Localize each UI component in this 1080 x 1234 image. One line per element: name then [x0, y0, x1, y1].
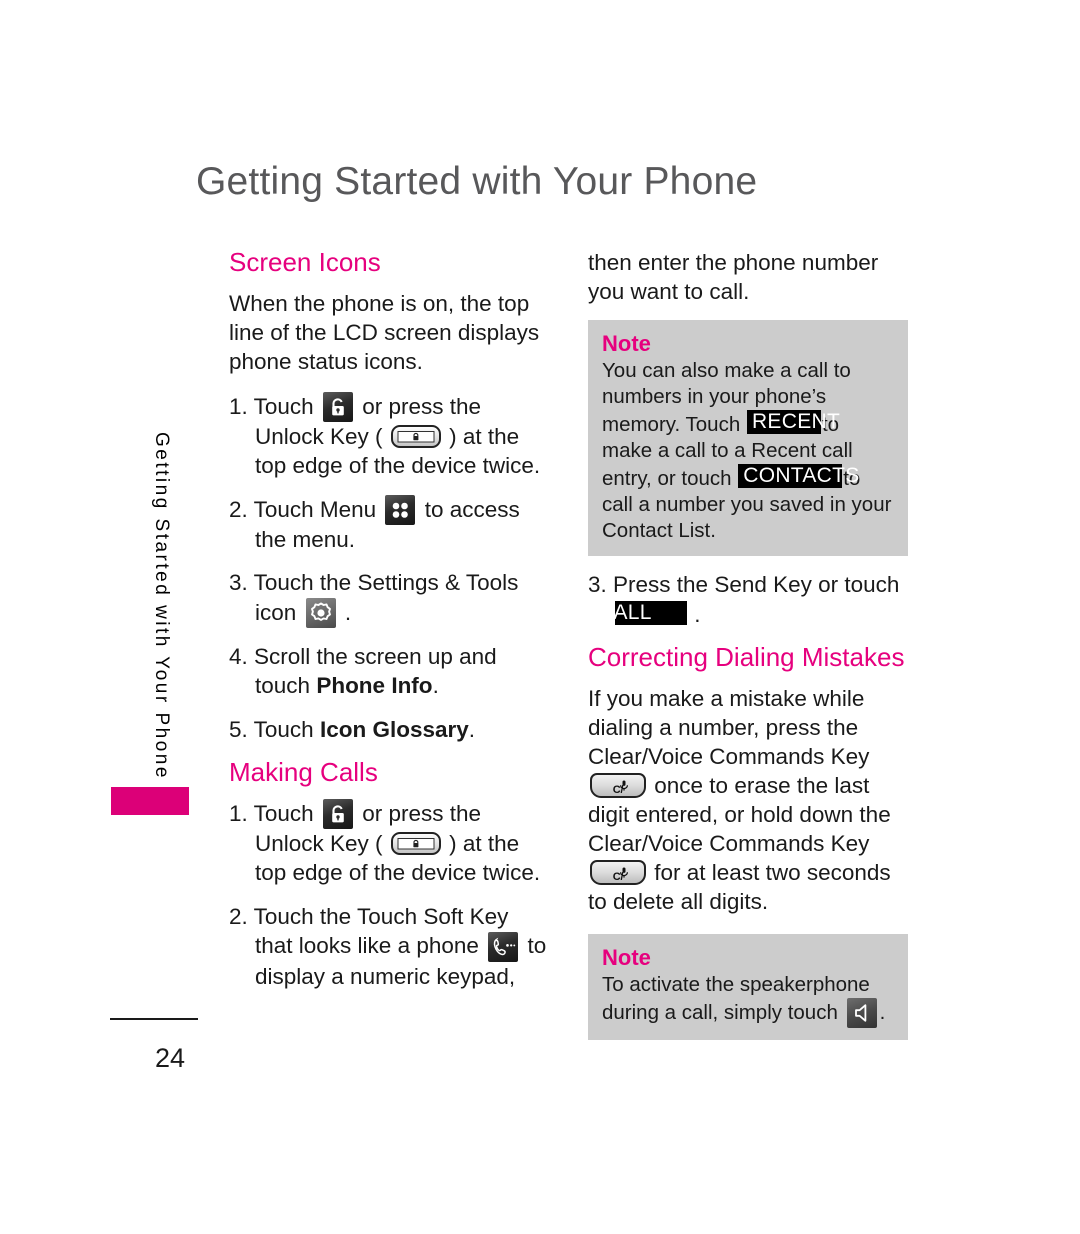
note-body: To activate the speakerphone during a ca… — [602, 972, 894, 1028]
heading-making-calls: Making Calls — [229, 757, 378, 788]
step-text: Touch — [253, 800, 314, 826]
step-screen-icons-2: 2. Touch Menu to access the menu. — [229, 494, 549, 555]
menu-grid-icon — [385, 494, 416, 525]
note-box-calls: Note You can also make a call to numbers… — [588, 320, 908, 556]
step-text: Press the Send Key or touch — [613, 572, 900, 597]
step-number: 1. — [229, 393, 248, 419]
note-body: You can also make a call to numbers in y… — [602, 358, 894, 544]
step-making-calls-2: 2. Touch the Touch Soft Key that looks l… — [229, 902, 549, 992]
contacts-key-label[interactable]: CONTACTS — [738, 464, 859, 488]
step-making-calls-3: 3. Press the Send Key or touch CALL . — [588, 570, 908, 629]
heading-screen-icons: Screen Icons — [229, 247, 381, 277]
note-title: Note — [602, 331, 651, 356]
step-number: 2. — [229, 496, 248, 522]
lock-icon — [322, 391, 353, 422]
phone-handset-icon — [488, 932, 519, 963]
clear-voice-commands-key-icon: C/ — [590, 772, 646, 798]
correcting-text-1: If you make a mistake while dialing a nu… — [588, 685, 870, 769]
side-tab-marker — [111, 787, 189, 815]
continuation-text: then enter the phone number you want to … — [588, 250, 879, 304]
lock-icon — [322, 798, 353, 829]
step-number: 2. — [229, 903, 248, 929]
step-text: Touch the Touch Soft Key that looks like… — [253, 903, 509, 959]
step-text-end: . — [468, 716, 476, 742]
call-key-label[interactable]: CALL — [598, 600, 687, 625]
step-text-end: . — [344, 599, 352, 625]
step-emphasis: Phone Info — [316, 673, 433, 699]
page-number-divider — [110, 1018, 198, 1020]
step-screen-icons-1: 1. Touch or press the Unlock Key ( ) at … — [229, 391, 549, 481]
settings-gear-icon — [305, 597, 336, 628]
left-column: Screen Icons When the phone is on, the t… — [229, 248, 549, 1006]
correcting-body: If you make a mistake while dialing a nu… — [588, 684, 908, 916]
step-screen-icons-4: 4. Scroll the screen up and touch Phone … — [229, 642, 549, 701]
note-text: To activate the speakerphone during a ca… — [602, 972, 870, 1024]
step-number: 3. — [588, 572, 607, 597]
step-text: Touch the Settings & Tools icon — [253, 570, 519, 625]
step-text: Touch Menu — [253, 496, 377, 522]
unlock-hardware-key-icon — [390, 424, 441, 448]
page-title: Getting Started with Your Phone — [196, 160, 758, 203]
page-number: 24 — [155, 1043, 186, 1073]
heading-correcting-dialing-mistakes: Correcting Dialing Mistakes — [588, 642, 905, 672]
step-screen-icons-3: 3. Touch the Settings & Tools icon . — [229, 568, 549, 628]
step-text-end: . — [432, 673, 439, 699]
step-emphasis: Icon Glossary — [319, 716, 469, 742]
note-title: Note — [602, 944, 651, 970]
unlock-hardware-key-icon — [390, 831, 441, 855]
clear-voice-commands-key-icon: C/ — [590, 859, 646, 885]
side-tab-chapter-label: Getting Started with Your Phone — [151, 432, 172, 780]
step-number: 3. — [229, 570, 248, 596]
step-text: Touch — [253, 716, 314, 742]
step-text-end: . — [694, 601, 701, 627]
recent-key-label[interactable]: RECENT — [746, 410, 840, 434]
step-screen-icons-5: 5. Touch Icon Glossary. — [229, 715, 549, 745]
screen-icons-intro: When the phone is on, the top line of th… — [229, 290, 540, 374]
note-text-end: . — [879, 1000, 886, 1024]
step-number: 1. — [229, 800, 248, 826]
note-box-speakerphone: Note To activate the speakerphone during… — [588, 933, 908, 1040]
right-column: then enter the phone number you want to … — [588, 248, 908, 1054]
speakerphone-icon — [846, 997, 877, 1028]
step-number: 4. — [229, 643, 248, 669]
step-making-calls-1: 1. Touch or press the Unlock Key ( ) at … — [229, 798, 549, 888]
step-number: 5. — [229, 716, 248, 742]
step-text: Touch — [253, 393, 314, 419]
